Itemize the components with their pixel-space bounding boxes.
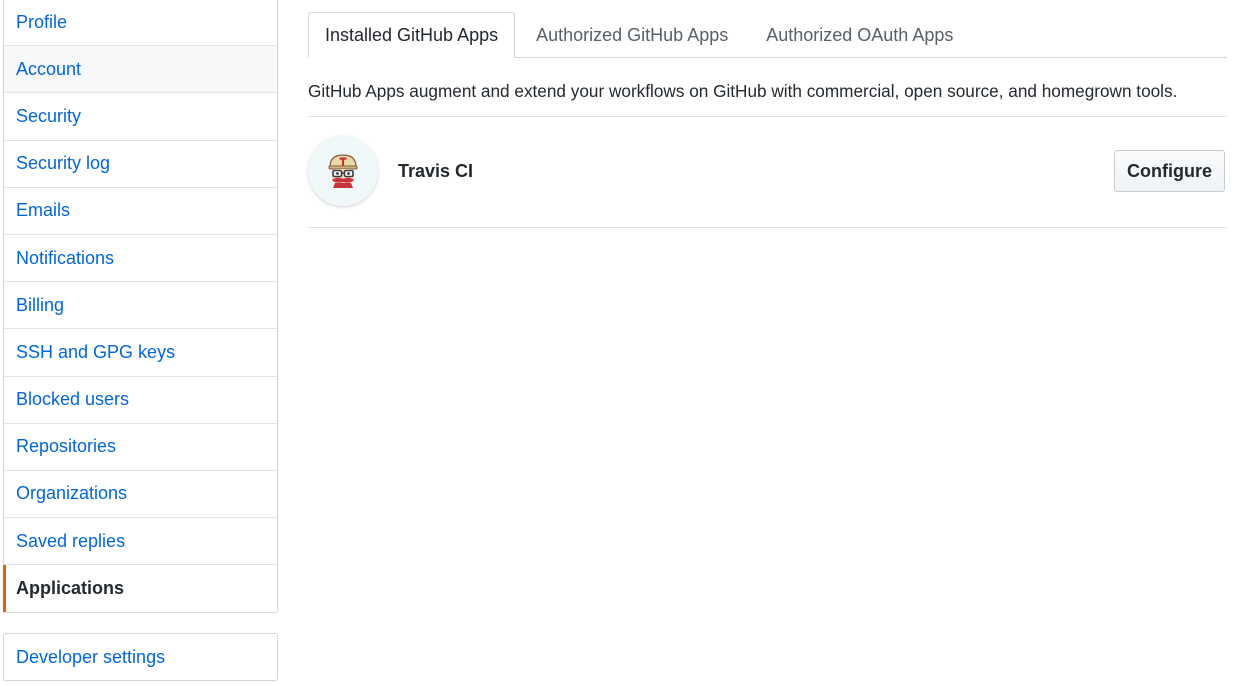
sidebar-item-saved-replies[interactable]: Saved replies <box>4 518 277 566</box>
sidebar-item-ssh-gpg-keys[interactable]: SSH and GPG keys <box>4 329 277 377</box>
sidebar-item-notifications[interactable]: Notifications <box>4 235 277 283</box>
developer-settings-menu: Developer settings <box>3 633 278 681</box>
sidebar-item-billing[interactable]: Billing <box>4 282 277 330</box>
tab-installed-github-apps[interactable]: Installed GitHub Apps <box>308 12 516 58</box>
configure-button[interactable]: Configure <box>1114 150 1225 192</box>
tab-authorized-oauth-apps[interactable]: Authorized OAuth Apps <box>749 12 970 58</box>
divider <box>308 116 1227 117</box>
sidebar-item-emails[interactable]: Emails <box>4 188 277 235</box>
installed-app-row: Travis CI Configure <box>308 136 1227 208</box>
sidebar-item-applications[interactable]: Applications <box>3 565 277 613</box>
travis-ci-mascot-icon <box>308 136 378 206</box>
sidebar-item-organizations[interactable]: Organizations <box>4 471 277 519</box>
tab-authorized-github-apps[interactable]: Authorized GitHub Apps <box>519 12 745 58</box>
sidebar-item-security-log[interactable]: Security log <box>4 141 277 188</box>
settings-sidebar-menu: Profile Account Security Security log Em… <box>3 0 278 614</box>
app-name: Travis CI <box>398 161 474 181</box>
sidebar-item-account[interactable]: Account <box>4 46 277 94</box>
sidebar-item-security[interactable]: Security <box>4 93 277 141</box>
sidebar-item-repositories[interactable]: Repositories <box>4 424 277 471</box>
apps-description: GitHub Apps augment and extend your work… <box>308 81 1178 101</box>
applications-tabs: Installed GitHub Apps Authorized GitHub … <box>308 12 1227 58</box>
sidebar-item-profile[interactable]: Profile <box>4 0 277 47</box>
sidebar-item-blocked-users[interactable]: Blocked users <box>4 377 277 424</box>
sidebar-item-developer-settings[interactable]: Developer settings <box>4 634 277 680</box>
divider <box>308 227 1227 228</box>
